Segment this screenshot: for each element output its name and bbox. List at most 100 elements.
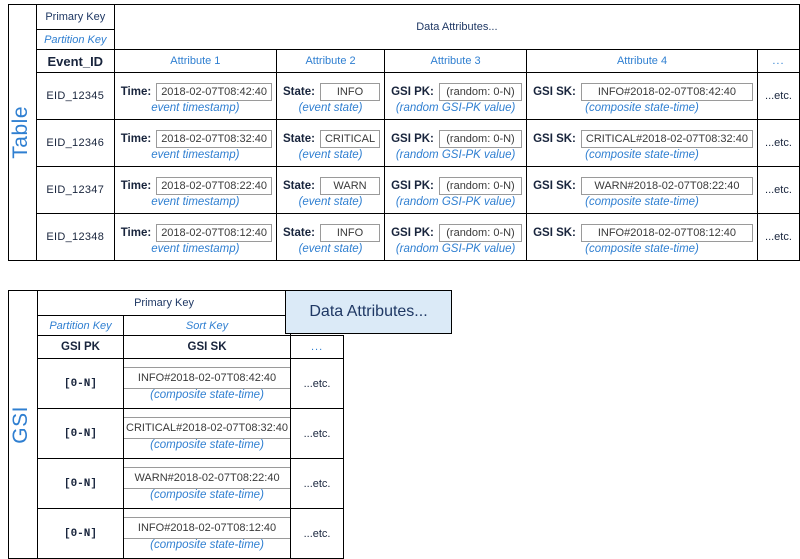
gsi-cell-sk: CRITICAL#2018-02-07T08:32:40 (composite …	[122, 408, 292, 459]
cell-attribute-4: GSI SK: WARN#2018-02-07T08:22:40 (compos…	[526, 166, 758, 214]
field-label-gsi-pk: GSI PK:	[391, 85, 434, 98]
field-label-state: State:	[283, 132, 315, 145]
caption-gsi-sk: (composite state-time)	[585, 101, 699, 114]
gsi-side-label-cell: GSI	[8, 290, 38, 559]
table-row[interactable]: EID_12345 Time: 2018-02-07T08:42:40 even…	[9, 72, 800, 120]
gsi-table-row[interactable]: [0-N] WARN#2018-02-07T08:22:40 (composit…	[9, 458, 345, 509]
caption-gsi-sk: (composite state-time)	[585, 195, 699, 208]
field-label-gsi-pk: GSI PK:	[391, 179, 434, 192]
gsi-value-sk: INFO#2018-02-07T08:42:40	[124, 366, 291, 389]
base-table: Table Primary Key Data Attributes... Par…	[8, 4, 800, 261]
table-header-row-columns: Event_ID Attribute 1 Attribute 2 Attribu…	[9, 49, 800, 73]
caption-time: event timestamp)	[151, 195, 240, 208]
gsi-column-header-sk: GSI SK	[122, 335, 292, 359]
table-side-label: Table	[9, 106, 32, 159]
field-label-time: Time:	[120, 85, 152, 98]
value-gsi-pk: (random: 0-N)	[438, 82, 523, 101]
field-label-gsi-pk: GSI PK:	[391, 226, 434, 239]
table-row[interactable]: EID_12346 Time: 2018-02-07T08:32:40 even…	[9, 119, 800, 167]
gsi-cell-sk: WARN#2018-02-07T08:22:40 (composite stat…	[122, 458, 292, 509]
cell-more: ...etc.	[756, 213, 800, 261]
value-state: INFO	[319, 82, 381, 101]
cell-attribute-2: State: INFO (event state)	[275, 72, 386, 120]
value-gsi-pk: (random: 0-N)	[438, 176, 523, 195]
caption-state: (event state)	[298, 101, 363, 114]
cell-attribute-2: State: CRITICAL (event state)	[275, 119, 386, 167]
field-label-gsi-sk: GSI SK:	[533, 226, 576, 239]
gsi-value-sk: INFO#2018-02-07T08:12:40	[124, 516, 291, 539]
cell-attribute-2: State: WARN (event state)	[275, 166, 386, 214]
table-section: Table Primary Key Data Attributes... Par…	[8, 4, 800, 261]
gsi-value-sk: CRITICAL#2018-02-07T08:32:40	[124, 416, 291, 439]
column-header-attribute-2: Attribute 2	[275, 49, 386, 73]
column-header-attribute-1: Attribute 1	[113, 49, 278, 73]
field-label-gsi-pk: GSI PK:	[391, 132, 434, 145]
field-label-gsi-sk: GSI SK:	[533, 85, 576, 98]
value-state: CRITICAL	[319, 129, 381, 148]
gsi-caption-sk: (composite state-time)	[150, 438, 264, 451]
cell-attribute-4: GSI SK: INFO#2018-02-07T08:12:40 (compos…	[526, 213, 758, 261]
table-row[interactable]: EID_12348 Time: 2018-02-07T08:12:40 even…	[9, 213, 800, 261]
gsi-cell-pk: [0-N]	[37, 458, 124, 509]
gsi-caption-sk: (composite state-time)	[150, 538, 264, 551]
gsi-cell-more: ...etc.	[290, 408, 345, 459]
caption-gsi-sk: (composite state-time)	[585, 242, 699, 255]
cell-more: ...etc.	[756, 119, 800, 167]
cell-attribute-1: Time: 2018-02-07T08:22:40 event timestam…	[113, 166, 278, 214]
value-time: 2018-02-07T08:42:40	[156, 82, 272, 101]
cell-attribute-3: GSI PK: (random: 0-N) (random GSI-PK val…	[384, 119, 528, 167]
cell-attribute-3: GSI PK: (random: 0-N) (random GSI-PK val…	[384, 166, 528, 214]
gsi-cell-pk: [0-N]	[37, 358, 124, 409]
gsi-cell-pk: [0-N]	[37, 508, 124, 559]
table-side-label-cell: Table	[8, 4, 37, 261]
cell-attribute-1: Time: 2018-02-07T08:42:40 event timestam…	[113, 72, 278, 120]
table-header-row-primary: Table Primary Key Data Attributes...	[8, 4, 800, 261]
value-time: 2018-02-07T08:22:40	[156, 176, 272, 195]
caption-time: event timestamp)	[151, 242, 240, 255]
cell-event-id: EID_12345	[35, 72, 115, 120]
caption-gsi-pk: (random GSI-PK value)	[395, 148, 516, 161]
cell-event-id: EID_12347	[35, 166, 115, 214]
gsi-column-header-more: ...	[290, 335, 345, 359]
cell-attribute-3: GSI PK: (random: 0-N) (random GSI-PK val…	[384, 213, 528, 261]
gsi-cell-more: ...etc.	[290, 358, 345, 409]
caption-time: event timestamp)	[151, 148, 240, 161]
gsi-partition-key-header: Partition Key	[37, 315, 124, 336]
cell-event-id: EID_12348	[35, 213, 115, 261]
caption-state: (event state)	[298, 148, 363, 161]
field-label-gsi-sk: GSI SK:	[533, 179, 576, 192]
cell-attribute-4: GSI SK: CRITICAL#2018-02-07T08:32:40 (co…	[526, 119, 758, 167]
caption-gsi-pk: (random GSI-PK value)	[395, 101, 516, 114]
caption-gsi-sk: (composite state-time)	[585, 148, 699, 161]
value-time: 2018-02-07T08:32:40	[156, 129, 272, 148]
cell-attribute-1: Time: 2018-02-07T08:32:40 event timestam…	[113, 119, 278, 167]
field-label-state: State:	[283, 226, 315, 239]
primary-key-header: Primary Key	[35, 4, 115, 30]
table-row[interactable]: EID_12347 Time: 2018-02-07T08:22:40 even…	[9, 166, 800, 214]
gsi-data-attributes-header: Data Attributes...	[285, 290, 452, 334]
gsi-cell-more: ...etc.	[290, 508, 345, 559]
field-label-state: State:	[283, 179, 315, 192]
gsi-table-row[interactable]: [0-N] INFO#2018-02-07T08:12:40 (composit…	[9, 508, 345, 559]
gsi-value-sk: WARN#2018-02-07T08:22:40	[124, 466, 291, 489]
gsi-cell-more: ...etc.	[290, 458, 345, 509]
field-label-time: Time:	[120, 179, 152, 192]
value-gsi-sk: INFO#2018-02-07T08:42:40	[580, 82, 753, 101]
field-label-time: Time:	[120, 226, 152, 239]
caption-state: (event state)	[298, 242, 363, 255]
cell-more: ...etc.	[756, 166, 800, 214]
data-attributes-header: Data Attributes...	[113, 4, 800, 50]
gsi-table-row[interactable]: [0-N] CRITICAL#2018-02-07T08:32:40 (comp…	[9, 408, 345, 459]
gsi-table-row[interactable]: [0-N] INFO#2018-02-07T08:42:40 (composit…	[9, 358, 345, 409]
column-header-more: ...	[756, 49, 800, 73]
gsi-column-header-pk: GSI PK	[37, 335, 124, 359]
gsi-cell-sk: INFO#2018-02-07T08:12:40 (composite stat…	[122, 508, 292, 559]
value-gsi-sk: INFO#2018-02-07T08:12:40	[580, 223, 753, 242]
value-time: 2018-02-07T08:12:40	[156, 223, 272, 242]
value-gsi-pk: (random: 0-N)	[438, 223, 523, 242]
diagram-canvas: Table Primary Key Data Attributes... Par…	[0, 0, 800, 559]
value-gsi-sk: CRITICAL#2018-02-07T08:32:40	[580, 129, 753, 148]
gsi-primary-key-header: Primary Key	[36, 290, 292, 316]
cell-event-id: EID_12346	[35, 119, 115, 167]
cell-more: ...etc.	[756, 72, 800, 120]
